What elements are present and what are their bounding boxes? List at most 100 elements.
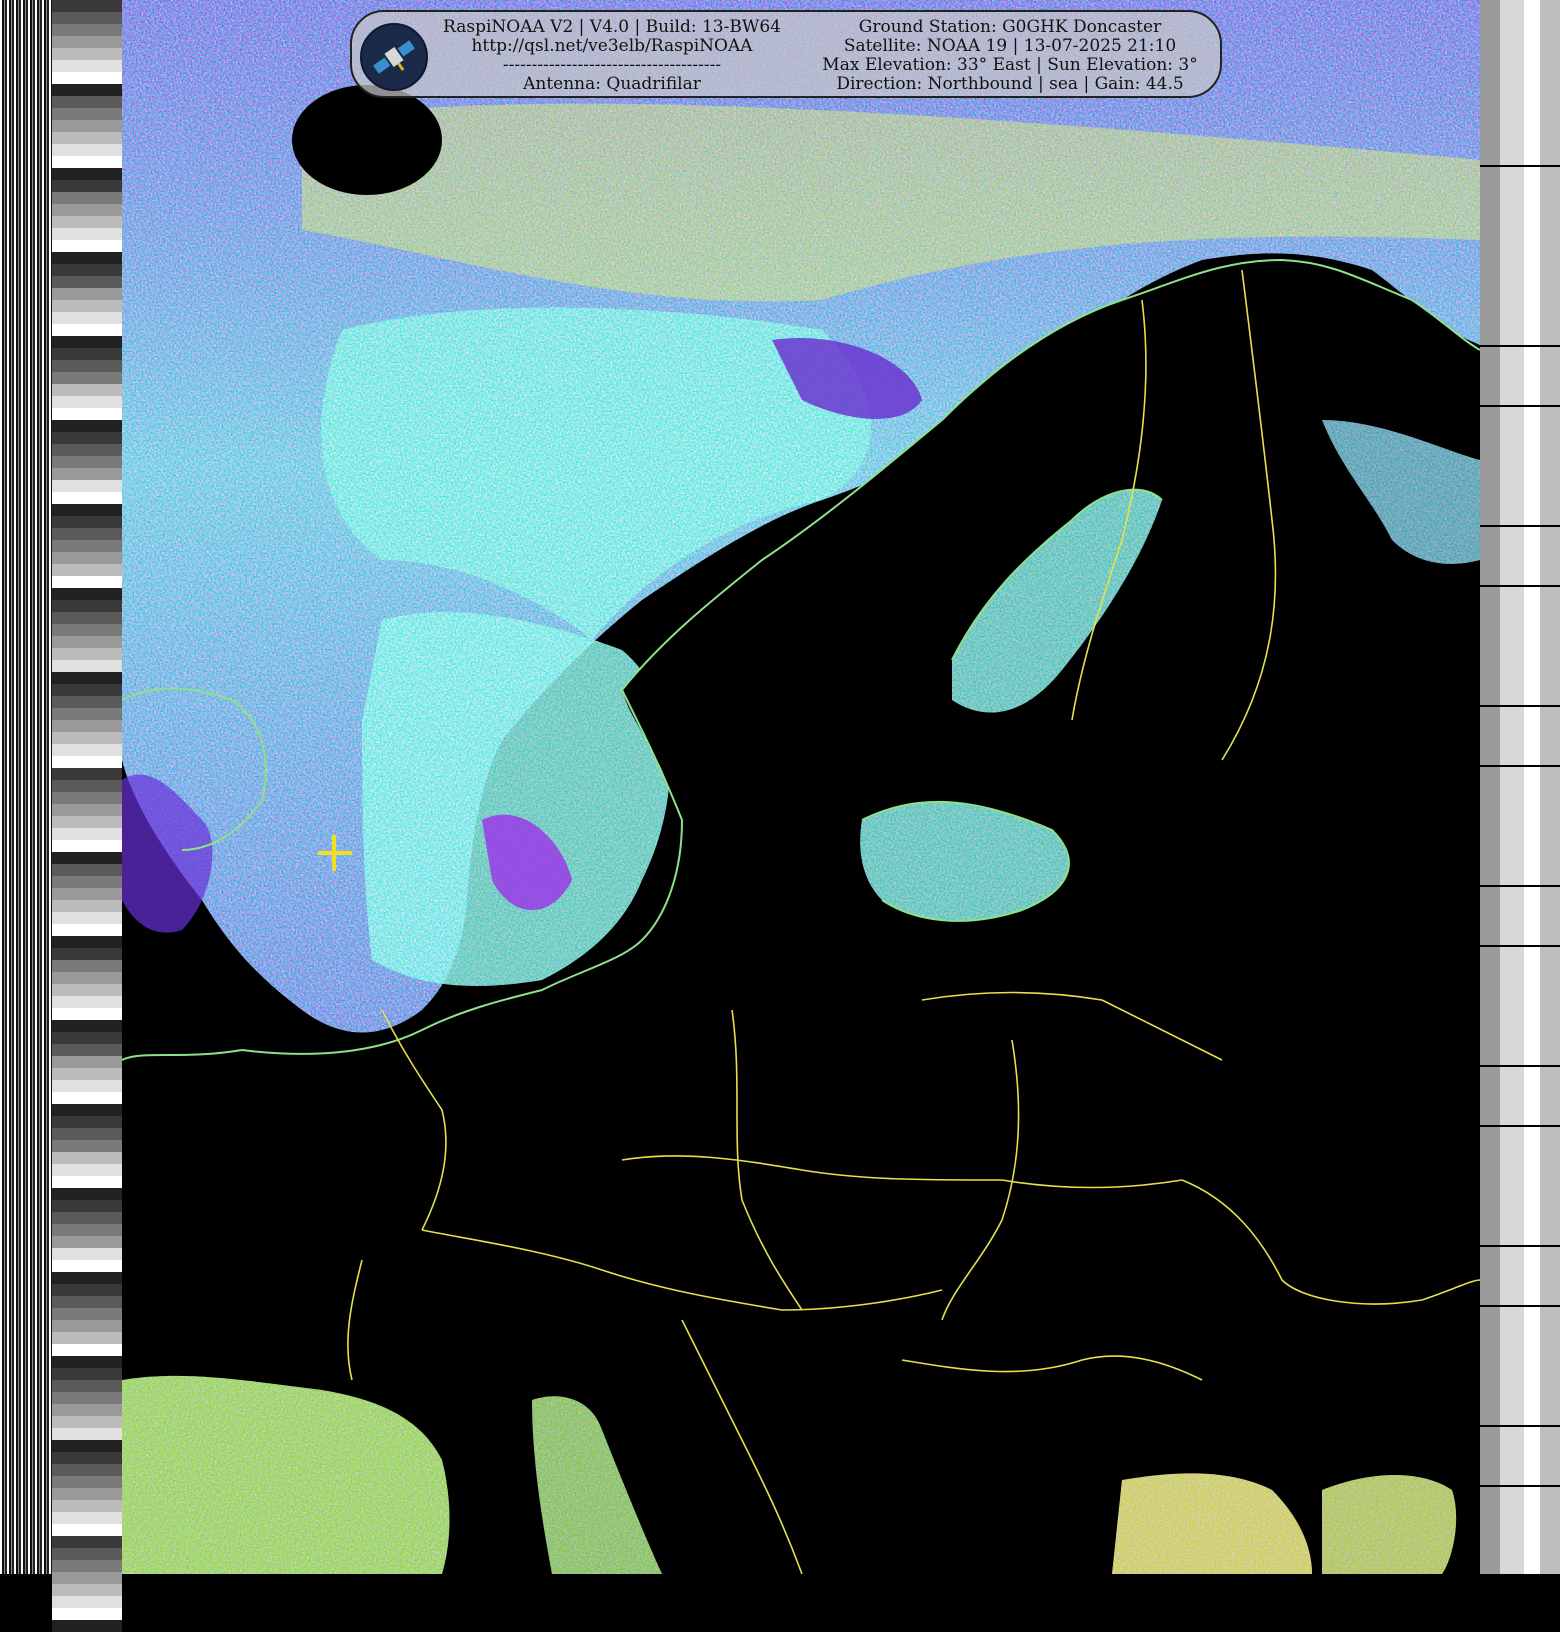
telemetry-wedge-step [52,540,122,552]
telemetry-wedge-step [52,780,122,792]
telemetry-wedge-step [52,804,122,816]
telemetry-wedge-step [52,36,122,48]
telemetry-wedge-step [52,1392,122,1404]
telemetry-marker-line [1480,1245,1560,1247]
telemetry-wedge-step [52,960,122,972]
telemetry-wedge-step [52,1152,122,1164]
telemetry-wedge [52,480,122,576]
telemetry-wedge-step [52,684,122,696]
telemetry-wedge [52,1440,122,1536]
telemetry-wedge-step [52,1116,122,1128]
telemetry-wedge-step [52,312,122,324]
telemetry-wedge-step [52,828,122,840]
telemetry-wedge-step [52,456,122,468]
telemetry-wedge-step [52,900,122,912]
telemetry-wedge-step [52,72,122,84]
telemetry-wedge-step [52,1500,122,1512]
telemetry-wedge-step [52,1296,122,1308]
telemetry-wedge [52,1248,122,1344]
telemetry-wedge [52,672,122,768]
telemetry-wedge-step [52,1512,122,1524]
satellite-icon [360,23,428,91]
telemetry-marker-line [1480,945,1560,947]
telemetry-wedge-step [52,696,122,708]
telemetry-marker-line [1480,885,1560,887]
telemetry-marker-line [1480,525,1560,527]
telemetry-wedge-step [52,1368,122,1380]
telemetry-wedge-step [52,12,122,24]
telemetry-wedge-step [52,444,122,456]
telemetry-wedge-step [52,1440,122,1452]
satellite-image [122,0,1480,1574]
telemetry-wedge-step [52,1428,122,1440]
telemetry-wedge-step [52,852,122,864]
telemetry-wedge-step [52,1404,122,1416]
telemetry-wedge-step [52,708,122,720]
telemetry-wedge-step [52,1284,122,1296]
telemetry-wedge-step [52,1248,122,1260]
telemetry-marker-line [1480,345,1560,347]
telemetry-wedge-step [52,384,122,396]
telemetry-wedge-step [52,1164,122,1176]
telemetry-wedge [52,1536,122,1632]
telemetry-wedge-step [52,720,122,732]
telemetry-wedge-step [52,1380,122,1392]
header-line: Max Elevation: 33° East | Sun Elevation:… [822,55,1198,75]
telemetry-wedge-step [52,648,122,660]
telemetry-wedge [52,768,122,864]
header-divider: -------------------------------------- [502,55,722,75]
telemetry-wedge-step [52,576,122,588]
telemetry-marker-line [1480,405,1560,407]
telemetry-wedge-step [52,660,122,672]
header-left-column: RaspiNOAA V2 | V4.0 | Build: 13-BW64 htt… [436,18,788,94]
telemetry-wedge-step [52,888,122,900]
telemetry-wedge-step [52,1032,122,1044]
telemetry-wedge-step [52,1080,122,1092]
telemetry-wedge-step [52,1416,122,1428]
telemetry-wedge-step [52,624,122,636]
telemetry-wedge-step [52,276,122,288]
telemetry-wedge [52,192,122,288]
telemetry-wedge-step [52,1476,122,1488]
telemetry-wedge-step [52,1308,122,1320]
pass-info-panel: RaspiNOAA V2 | V4.0 | Build: 13-BW64 htt… [350,10,1222,98]
clear-patch [292,85,442,195]
telemetry-wedge-step [52,1224,122,1236]
telemetry-wedge [52,384,122,480]
telemetry-wedge-step [52,1008,122,1020]
telemetry-wedge-step [52,1332,122,1344]
telemetry-wedge-step [52,936,122,948]
header-line: Satellite: NOAA 19 | 13-07-2025 21:10 [843,36,1177,56]
header-right-column: Ground Station: G0GHK Doncaster Satellit… [800,18,1220,94]
telemetry-wedge-step [52,504,122,516]
telemetry-wedge [52,1344,122,1440]
telemetry-wedge-step [52,180,122,192]
telemetry-wedge-step [52,48,122,60]
telemetry-wedge-step [52,132,122,144]
telemetry-sync-strip-left [0,0,52,1574]
telemetry-wedge-step [52,336,122,348]
telemetry-wedge-step [52,864,122,876]
telemetry-wedge [52,960,122,1056]
telemetry-wedge-step [52,228,122,240]
telemetry-wedge-step [52,756,122,768]
telemetry-wedge-step [52,1020,122,1032]
telemetry-wedge-step [52,1452,122,1464]
telemetry-wedge-step [52,324,122,336]
header-line: Direction: Northbound | sea | Gain: 44.5 [836,74,1184,94]
telemetry-wedge-step [52,924,122,936]
telemetry-wedge-step [52,528,122,540]
telemetry-wedge-step [52,396,122,408]
telemetry-wedge-step [52,480,122,492]
telemetry-wedge-step [52,120,122,132]
telemetry-wedge-step [52,1200,122,1212]
telemetry-wedge-step [52,1176,122,1188]
telemetry-wedge-step [52,1488,122,1500]
telemetry-wedge-step [52,1272,122,1284]
telemetry-wedge-step [52,420,122,432]
telemetry-wedge-step [52,612,122,624]
telemetry-wedge-step [52,288,122,300]
telemetry-wedge [52,0,122,96]
telemetry-marker-line [1480,1485,1560,1487]
header-line: Ground Station: G0GHK Doncaster [858,17,1162,37]
